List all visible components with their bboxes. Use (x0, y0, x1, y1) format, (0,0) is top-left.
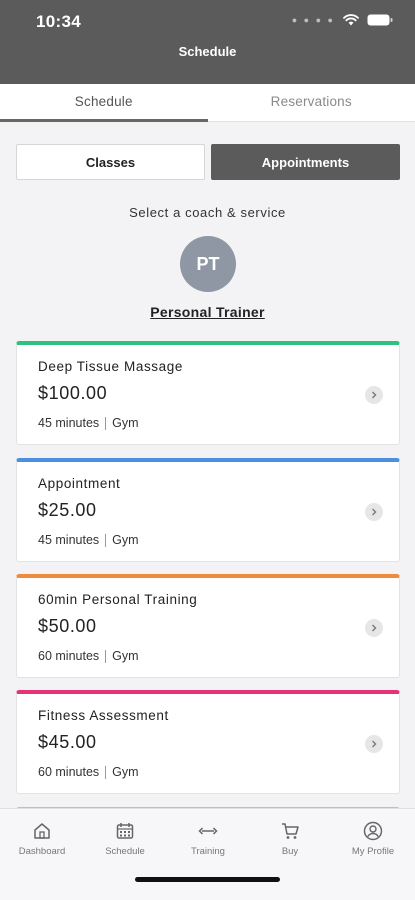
nav-label: Schedule (105, 846, 145, 857)
nav-label: Dashboard (18, 846, 66, 857)
coach-prompt: Select a coach & service (129, 205, 286, 220)
service-name: Deep Tissue Massage (38, 359, 183, 374)
service-duration: 45 minutes (38, 533, 100, 547)
battery-icon (367, 14, 393, 26)
dumbbell-icon (198, 827, 218, 835)
chevron-right-icon[interactable] (365, 503, 383, 521)
coach-avatar[interactable]: PT (180, 236, 236, 292)
chevron-right-icon[interactable] (365, 386, 383, 404)
nav-my-profile[interactable]: My Profile (338, 821, 408, 857)
service-price: $45.00 (38, 732, 97, 752)
service-meta: 60 minutes Gym (38, 649, 139, 663)
home-icon (34, 823, 50, 839)
status-icons: ● ● ● ● (292, 14, 393, 26)
status-time: 10:34 (36, 12, 81, 31)
top-tabs: Schedule Reservations (0, 84, 415, 122)
home-indicator (135, 877, 280, 882)
service-duration: 60 minutes (38, 765, 100, 779)
service-card[interactable]: Deep Tissue Massage $100.00 45 minutes G… (16, 341, 400, 445)
tab-reservations[interactable]: Reservations (208, 84, 415, 121)
divider (105, 533, 107, 547)
service-meta: 45 minutes Gym (38, 533, 139, 547)
chevron-right-icon[interactable] (365, 619, 383, 637)
service-name: 60min Personal Training (38, 592, 198, 607)
service-price: $100.00 (38, 383, 108, 403)
divider (105, 765, 107, 779)
nav-label: Buy (281, 846, 299, 857)
service-location: Gym (112, 765, 139, 779)
service-meta: 60 minutes Gym (38, 765, 139, 779)
service-price: $25.00 (38, 500, 97, 520)
service-card[interactable]: Fitness Assessment $45.00 60 minutes Gym (16, 690, 400, 794)
divider (105, 416, 107, 430)
app-header: 10:34 ● ● ● ● Schedule (0, 0, 415, 84)
nav-schedule[interactable]: Schedule (90, 821, 160, 857)
classes-button[interactable]: Classes (16, 144, 205, 180)
appointments-button[interactable]: Appointments (211, 144, 400, 180)
page-title: Schedule (178, 44, 237, 59)
service-location: Gym (112, 533, 139, 547)
cart-icon (282, 823, 299, 839)
content-area: Classes Appointments Select a coach & se… (0, 123, 415, 808)
service-card[interactable]: Appointment $25.00 45 minutes Gym (16, 458, 400, 562)
service-price: $50.00 (38, 616, 97, 636)
tab-schedule[interactable]: Schedule (0, 84, 208, 122)
service-card[interactable]: 60min Personal Training $50.00 60 minute… (16, 574, 400, 678)
service-name: Appointment (38, 476, 121, 491)
bottom-nav: Dashboard Schedule Training Buy My Profi… (0, 808, 415, 900)
divider (105, 649, 107, 663)
nav-label: Training (191, 846, 225, 857)
signal-icon: ● ● ● ● (291, 14, 335, 25)
nav-label: My Profile (351, 846, 395, 857)
calendar-icon (116, 823, 134, 839)
segmented-control: Classes Appointments (16, 144, 400, 180)
profile-icon (363, 821, 383, 841)
nav-dashboard[interactable]: Dashboard (7, 821, 77, 857)
service-location: Gym (112, 416, 139, 430)
nav-training[interactable]: Training (173, 821, 243, 857)
service-duration: 45 minutes (38, 416, 100, 430)
service-meta: 45 minutes Gym (38, 416, 139, 430)
service-name: Fitness Assessment (38, 708, 169, 723)
coach-name-link[interactable]: Personal Trainer (0, 304, 415, 320)
service-location: Gym (112, 649, 139, 663)
nav-buy[interactable]: Buy (255, 821, 325, 857)
service-duration: 60 minutes (38, 649, 100, 663)
chevron-right-icon[interactable] (365, 735, 383, 753)
wifi-icon (343, 14, 359, 26)
